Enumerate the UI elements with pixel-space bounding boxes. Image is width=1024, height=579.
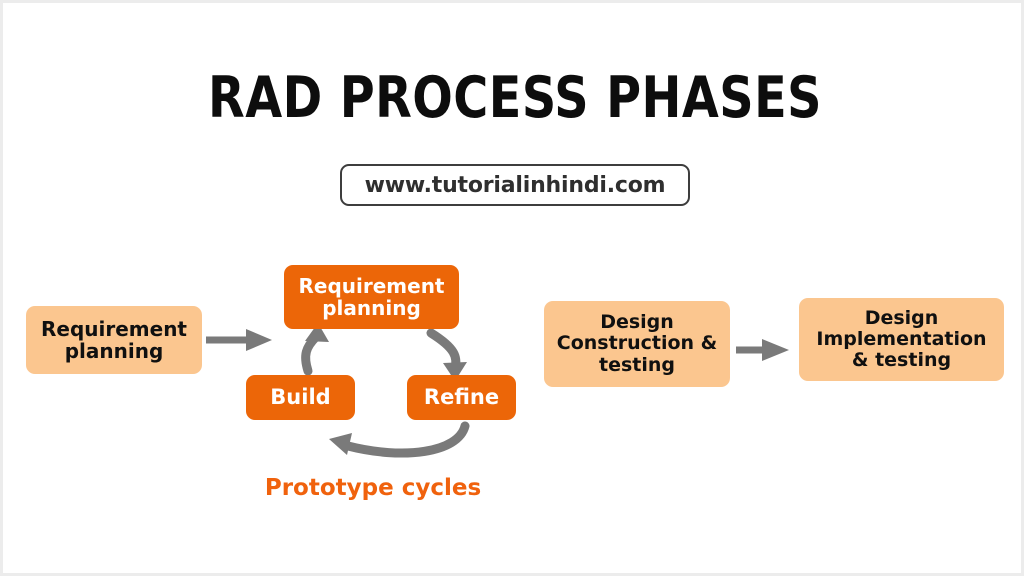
stage-design-construction-testing[interactable]: Design Construction & testing xyxy=(544,301,730,387)
website-url-badge: www.tutorialinhindi.com xyxy=(340,164,690,206)
website-url-text: www.tutorialinhindi.com xyxy=(364,172,666,198)
stage-requirement-planning[interactable]: Requirement planning xyxy=(26,306,202,374)
stage-design-implementation-testing[interactable]: Design Implementation & testing xyxy=(799,298,1004,381)
cycle-node-requirement-planning[interactable]: Requirement planning xyxy=(284,265,459,329)
arrow-requirement-to-cycle xyxy=(206,329,272,351)
cycle-arrow-refine-to-build xyxy=(329,421,470,458)
prototype-cycles-caption: Prototype cycles xyxy=(264,475,482,501)
diagram-canvas: RAD PROCESS PHASES www.tutorialinhindi.c… xyxy=(0,0,1024,576)
cycle-node-refine[interactable]: Refine xyxy=(407,375,516,420)
cycle-node-build[interactable]: Build xyxy=(246,375,355,420)
page-title: RAD PROCESS PHASES xyxy=(208,65,822,131)
cycle-arrow-build-to-top xyxy=(301,323,329,376)
arrow-construction-to-implementation xyxy=(736,339,789,361)
cycle-arrow-top-to-refine xyxy=(426,328,467,381)
